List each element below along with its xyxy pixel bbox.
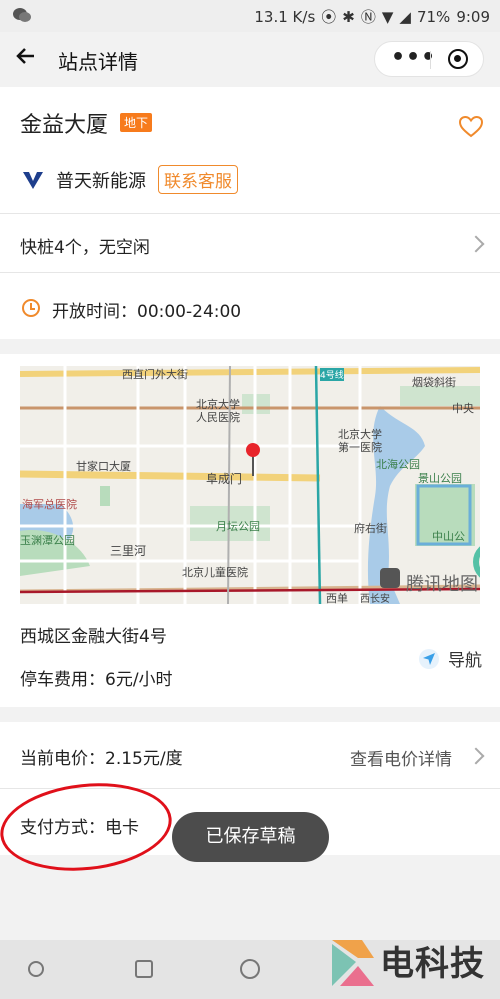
miniprogram-capsule: ••• <box>374 41 484 77</box>
price-row[interactable]: 当前电价：2.15元/度 查看电价详情 <box>0 722 500 788</box>
map-label: 阜成门 <box>206 472 243 486</box>
operator-name: 普天新能源 <box>56 171 146 192</box>
opening-hours-row: 开放时间：00:00-24:00 <box>0 273 500 339</box>
price-details-link[interactable]: 查看电价详情 <box>350 745 452 770</box>
status-bar: 13.1 K/s ⦿ ✱ Ⓝ ▼ ◢ 71% 9:09 <box>0 0 500 32</box>
map-label: 玉渊潭公园 <box>20 534 75 547</box>
map-label: 月坛公园 <box>216 520 260 533</box>
chevron-right-icon <box>467 235 485 253</box>
wechat-icon <box>12 6 32 28</box>
clock-icon <box>22 299 40 317</box>
charger-summary-row[interactable]: 快桩4个，无空闲 <box>0 214 500 272</box>
bluetooth-icon: ✱ <box>342 7 355 26</box>
chevron-right-icon <box>467 747 485 765</box>
watermark-text: 电科技 <box>380 944 485 984</box>
map-label: 甘家口大厦 <box>76 460 131 473</box>
operator-logo-icon <box>22 169 44 191</box>
navigate-label: 导航 <box>448 651 482 671</box>
status-right: 13.1 K/s ⦿ ✱ Ⓝ ▼ ◢ 71% 9:09 <box>254 6 490 27</box>
favorite-heart-icon[interactable] <box>458 115 484 139</box>
map-label: 中央 <box>452 402 474 415</box>
back-button[interactable] <box>14 44 46 74</box>
clock-time: 9:09 <box>456 7 490 26</box>
wifi-icon: ▼ <box>381 7 394 26</box>
map-view[interactable]: 西直门外大街 北京大学 人民医院 甘家口大厦 阜成门 月坛公园 三里河 北京儿童… <box>20 366 480 604</box>
underground-badge: 地下 <box>120 113 153 132</box>
current-price: 当前电价：2.15元/度 <box>20 749 183 769</box>
toast-message: 已保存草稿 <box>172 812 329 862</box>
map-label: 人民医院 <box>196 411 240 424</box>
nfc-icon: Ⓝ <box>360 8 376 26</box>
assistant-button[interactable] <box>28 961 44 977</box>
station-card: 金益大厦 地下 普天新能源 联系客服 <box>0 87 500 213</box>
map-label: 北海公园 <box>376 458 420 471</box>
map-label: 第一医院 <box>338 441 382 454</box>
map-background <box>20 366 480 604</box>
map-label: 西直门外大街 <box>122 368 188 381</box>
map-label: 北京儿童医院 <box>182 566 248 579</box>
map-label: 西长安 <box>360 594 390 604</box>
map-label: 府右街 <box>354 522 387 535</box>
contact-service-button[interactable]: 联系客服 <box>158 165 238 194</box>
nav-bar: 站点详情 ••• <box>0 32 500 86</box>
battery-percent: 71% <box>416 7 451 26</box>
parking-fee: 停车费用：6元/小时 <box>20 670 173 690</box>
station-address: 西城区金融大街4号 <box>20 627 167 647</box>
map-label: 景山公园 <box>418 472 462 485</box>
navigate-button[interactable]: 导航 <box>418 646 482 671</box>
map-label: 4号线 <box>320 368 344 381</box>
back-arrow-icon <box>16 48 34 64</box>
location-icon: ⦿ <box>321 8 337 26</box>
map-label: 中山公 <box>432 530 465 543</box>
opening-hours-text: 开放时间：00:00-24:00 <box>52 302 242 322</box>
close-miniprogram-icon[interactable] <box>448 49 468 69</box>
map-label: 海军总医院 <box>22 498 77 511</box>
recent-apps-button[interactable] <box>135 960 153 978</box>
map-label: 西单 <box>326 592 348 604</box>
network-speed: 13.1 K/s <box>254 7 316 26</box>
compass-icon[interactable] <box>380 568 400 588</box>
capsule-divider <box>430 51 431 69</box>
page-title: 站点详情 <box>58 50 138 74</box>
charger-summary-text: 快桩4个，无空闲 <box>20 238 150 258</box>
map-label: 三里河 <box>110 544 147 558</box>
map-label: 烟袋斜街 <box>412 376 456 389</box>
navigation-arrow-icon <box>419 648 439 669</box>
watermark-logo-icon <box>328 936 378 994</box>
home-button[interactable] <box>240 959 260 979</box>
signal-icon: ◢ <box>399 7 411 26</box>
station-name: 金益大厦 <box>20 113 109 138</box>
map-provider-label: 腾讯地图 <box>406 574 478 595</box>
